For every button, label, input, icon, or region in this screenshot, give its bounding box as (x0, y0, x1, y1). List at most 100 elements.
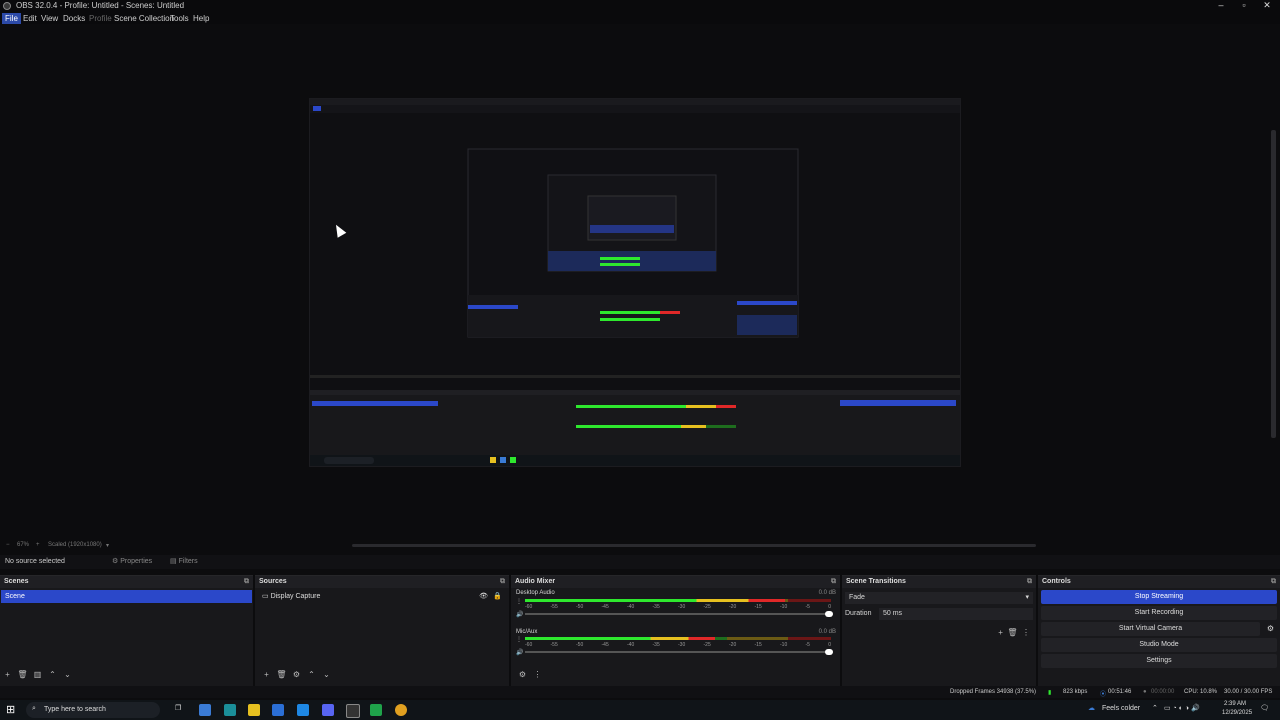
weather-icon: ☁ (1088, 705, 1095, 712)
properties-label: Properties (120, 558, 153, 565)
scenes-dock: Scenes ⧉ Scene + 🗑 ▥ ⌃ ⌄ (0, 575, 253, 686)
channel-menu-icon[interactable]: ⋮ (516, 636, 522, 643)
duration-input[interactable]: 50 ms (879, 608, 1033, 620)
move-up-icon[interactable]: ⌃ (304, 670, 319, 679)
level-fill (525, 599, 786, 602)
volume-knob[interactable] (825, 649, 833, 655)
mixer-channel-desktop: Desktop Audio 0.0 dB ⋮ -60 -55 -50 -45 -40 -3… (511, 588, 840, 626)
menu-tools[interactable]: Tools (167, 13, 192, 24)
lock-icon[interactable]: 🔒 (493, 590, 502, 603)
fps: 30.00 / 30.00 FPS (1224, 689, 1273, 695)
add-scene-icon[interactable]: + (0, 670, 15, 679)
sources-header: Sources ⧉ (255, 576, 509, 588)
meter-tick-label: 0 (828, 642, 831, 648)
move-down-icon[interactable]: ⌄ (319, 670, 334, 679)
source-properties-icon[interactable]: ⚙ (289, 670, 304, 679)
popout-icon[interactable]: ⧉ (1271, 576, 1276, 588)
task-view-icon[interactable]: ❐ (175, 704, 181, 712)
mail-icon[interactable] (297, 704, 309, 716)
move-up-icon[interactable]: ⌃ (45, 670, 60, 679)
popout-icon[interactable]: ⧉ (1027, 576, 1032, 588)
channel-name: Desktop Audio (516, 590, 555, 596)
add-source-icon[interactable]: + (259, 670, 274, 679)
excel-icon[interactable] (370, 704, 382, 716)
popout-icon[interactable]: ⧉ (244, 576, 249, 588)
minimize-button[interactable]: – (1210, 0, 1232, 12)
meter-tick-label: -30 (678, 642, 686, 648)
menu-file[interactable]: File (2, 13, 21, 24)
taskbar-search[interactable]: ⌕ Type here to search (26, 702, 160, 718)
menu-help[interactable]: Help (190, 13, 212, 24)
stop-streaming-button[interactable]: Stop Streaming (1041, 590, 1277, 604)
duration-row: Duration 50 ms (845, 608, 1033, 620)
copilot-icon[interactable] (199, 704, 211, 716)
volume-knob[interactable] (825, 611, 833, 617)
weather-text[interactable]: Feels colder (1102, 705, 1140, 712)
add-transition-icon[interactable]: + (998, 628, 1003, 637)
properties-button[interactable]: ⚙ Properties (112, 557, 152, 567)
meter-tick-label: -5 (805, 642, 810, 648)
preview-horizontal-scrollbar[interactable] (352, 544, 1036, 547)
maximize-button[interactable]: ▫ (1233, 0, 1255, 12)
source-label: Display Capture (270, 593, 321, 600)
windows-start-icon[interactable]: ⊞ (6, 703, 15, 716)
remove-transition-icon[interactable]: 🗑 (1007, 628, 1017, 637)
advanced-audio-icon[interactable]: ⚙ (515, 670, 530, 679)
channel-menu-icon[interactable]: ⋮ (516, 598, 522, 605)
menu-docks[interactable]: Docks (60, 13, 88, 24)
zoom-level: 67% (17, 542, 30, 548)
sources-dock: Sources ⧉ ▭ Display Capture 👁 🔒 + 🗑 ⚙ ⌃ ⌄ (255, 575, 509, 686)
mixer-menu-icon[interactable]: ⋮ (530, 670, 545, 679)
popout-icon[interactable]: ⧉ (500, 576, 505, 588)
zoom-in-button[interactable]: + (36, 542, 40, 548)
remove-source-icon[interactable]: 🗑 (274, 670, 289, 679)
meter-tick-label: -60 (525, 642, 533, 648)
edge-icon[interactable] (224, 704, 236, 716)
popout-icon[interactable]: ⧉ (831, 576, 836, 588)
filters-button[interactable]: ▤ Filters (170, 557, 198, 567)
preview-canvas[interactable] (310, 99, 960, 466)
menu-edit[interactable]: Edit (20, 13, 40, 24)
scene-transitions-dock: Scene Transitions ⧉ Fade ▾ Duration 50 ms… (842, 575, 1036, 686)
recording-icon: ● (1143, 689, 1147, 695)
meter-tick-label: -20 (729, 604, 737, 610)
meter-tick-label: -15 (754, 642, 762, 648)
virtual-camera-settings-gear-icon[interactable]: ⚙ (1267, 624, 1274, 633)
chrome-icon[interactable] (395, 704, 407, 716)
mute-speaker-icon[interactable]: 🔊 (516, 611, 523, 618)
preview-vertical-scrollbar[interactable] (1271, 130, 1276, 438)
move-down-icon[interactable]: ⌄ (60, 670, 75, 679)
preview-area[interactable] (0, 24, 1270, 540)
tray-chevron-icon[interactable]: ⌃ (1152, 704, 1158, 712)
mute-speaker-icon[interactable]: 🔊 (516, 649, 523, 656)
remove-scene-icon[interactable]: 🗑 (15, 670, 30, 679)
recursive-capture-image (310, 99, 960, 466)
volume-slider[interactable] (525, 649, 833, 655)
clock-time[interactable]: 2:39 AM (1224, 701, 1246, 707)
visibility-eye-icon[interactable]: 👁 (479, 590, 488, 603)
studio-mode-button[interactable]: Studio Mode (1041, 638, 1277, 652)
scale-dropdown-icon[interactable]: ▾ (106, 542, 109, 549)
source-item-display-capture[interactable]: ▭ Display Capture 👁 🔒 (256, 590, 508, 603)
transition-menu-icon[interactable]: ⋮ (1022, 628, 1030, 637)
filters-icon[interactable]: ▥ (30, 670, 45, 679)
discord-icon[interactable] (322, 704, 334, 716)
close-button[interactable]: ✕ (1256, 0, 1278, 12)
meter-tick-label: -20 (729, 642, 737, 648)
obs-taskbar-icon[interactable] (346, 704, 360, 718)
volume-slider[interactable] (525, 611, 833, 617)
file-explorer-icon[interactable] (248, 704, 260, 716)
start-virtual-camera-button[interactable]: Start Virtual Camera (1041, 622, 1260, 636)
tray-icons[interactable]: ▭ ◔ ◐ ◑ 🔊 (1164, 704, 1200, 712)
notification-icon[interactable]: 🗨 (1260, 704, 1269, 712)
duration-value: 50 ms (883, 610, 903, 617)
start-recording-button[interactable]: Start Recording (1041, 606, 1277, 620)
filters-label: Filters (178, 558, 198, 565)
clock-date[interactable]: 12/29/2025 (1222, 710, 1252, 716)
zoom-out-button[interactable]: − (6, 542, 10, 548)
scene-item[interactable]: Scene (1, 590, 252, 603)
menu-view[interactable]: View (38, 13, 61, 24)
store-icon[interactable] (272, 704, 284, 716)
transition-select[interactable]: Fade ▾ (845, 592, 1033, 604)
settings-button[interactable]: Settings (1041, 654, 1277, 668)
